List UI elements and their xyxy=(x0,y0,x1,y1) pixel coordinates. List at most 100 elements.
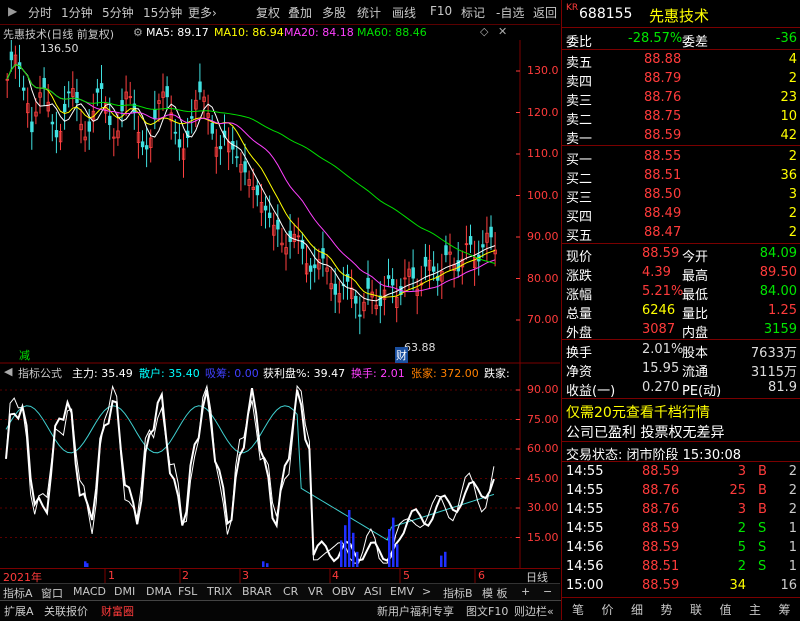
obv-tab[interactable]: OBV xyxy=(332,585,355,599)
multi-stock-button[interactable]: 多股 xyxy=(322,4,346,21)
tick-side: S xyxy=(758,540,767,555)
ask-row[interactable]: 卖四 88.79 2 xyxy=(562,70,800,90)
period-tab-15min[interactable]: 15分钟 xyxy=(143,4,182,21)
mark-button[interactable]: 标记 xyxy=(461,4,485,21)
back-button[interactable]: 返回 xyxy=(533,4,557,21)
tick-price: 88.59 xyxy=(642,521,680,536)
collapse-icon[interactable]: ▶ xyxy=(8,4,17,18)
period-tab-intraday[interactable]: 分时 xyxy=(28,4,52,21)
dma-tab[interactable]: DMA xyxy=(146,585,172,599)
ask-row[interactable]: 卖一 88.59 42 xyxy=(562,127,800,147)
tick-count: 2 xyxy=(788,502,797,517)
cr-tab[interactable]: CR xyxy=(283,585,298,599)
kline-chart[interactable] xyxy=(0,40,560,585)
emv-tab[interactable]: EMV xyxy=(390,585,414,599)
sidebar-toggle[interactable]: 则边栏« xyxy=(514,603,554,619)
ask-volume: 42 xyxy=(780,128,797,143)
panel-tab[interactable]: 值 xyxy=(720,601,732,618)
brar-tab[interactable]: BRAR xyxy=(242,585,272,599)
wealth-circle-tab[interactable]: 财富圈 xyxy=(101,603,134,619)
finance-label: 换手 xyxy=(566,346,593,361)
stock-code: 688155 xyxy=(579,6,633,22)
indicator-tick-label: 15.00 xyxy=(527,530,559,544)
window-tab[interactable]: 窗口 xyxy=(41,585,63,600)
remove-window-button[interactable]: − xyxy=(543,585,552,599)
ask-row[interactable]: 卖三 88.76 23 xyxy=(562,89,800,109)
tick-count: 2 xyxy=(788,483,797,498)
bid-row[interactable]: 买一 88.55 2 xyxy=(562,148,800,168)
reduce-holding-badge[interactable]: 减 xyxy=(19,347,30,363)
tick-time: 14:55 xyxy=(566,483,604,498)
trix-tab[interactable]: TRIX xyxy=(207,585,232,599)
dropdown-icon[interactable]: ◀ xyxy=(4,365,12,378)
panel-tab[interactable]: 主 xyxy=(749,601,761,618)
low-price-marker: 63.88 xyxy=(404,341,436,354)
bid-row[interactable]: 买四 88.49 2 xyxy=(562,205,800,225)
indicator-tab-b[interactable]: 指标B xyxy=(443,585,473,600)
bid-volume: 3 xyxy=(788,187,797,202)
date-label-month-3: 3 xyxy=(242,569,249,582)
indicator-formula-label[interactable]: 指标公式 xyxy=(18,365,62,381)
panel-tab[interactable]: 笔 xyxy=(572,601,584,618)
draw-line-button[interactable]: 画线 xyxy=(392,4,416,21)
macd-tab[interactable]: MACD xyxy=(73,585,106,599)
bid-row[interactable]: 买三 88.50 3 xyxy=(562,186,800,206)
template-tab[interactable]: 模 板 xyxy=(482,585,508,600)
finance-report-badge[interactable]: 财 xyxy=(395,347,408,363)
finance-label-2: PE(动) xyxy=(682,384,722,399)
price-tick-label: 100.0 xyxy=(527,188,559,202)
tick-price: 88.76 xyxy=(642,483,680,498)
tick-price: 88.59 xyxy=(642,464,680,479)
high-price-marker: 136.50 xyxy=(40,42,79,55)
quote-value-2: 84.09 xyxy=(759,246,797,261)
new-user-benefit-link[interactable]: 新用户福利专享 xyxy=(377,603,454,619)
asi-tab[interactable]: ASI xyxy=(364,585,382,599)
period-tab-5min[interactable]: 5分钟 xyxy=(102,4,134,21)
quote-label: 涨幅 xyxy=(566,288,593,303)
period-tab-1min[interactable]: 1分钟 xyxy=(61,4,93,21)
tick-count: 16 xyxy=(780,578,797,593)
indicator-tab-a[interactable]: 指标A xyxy=(3,585,33,600)
extension-a-tab[interactable]: 扩展A xyxy=(4,603,34,619)
tick-count: 1 xyxy=(788,540,797,555)
dmi-tab[interactable]: DMI xyxy=(114,585,135,599)
close-icon[interactable]: ✕ xyxy=(498,25,507,38)
related-quote-tab[interactable]: 关联报价 xyxy=(44,603,88,619)
ask-price: 88.59 xyxy=(644,128,682,143)
level2-promo-link[interactable]: 仅需20元查看千档行情 xyxy=(566,402,710,422)
f10-graphic-link[interactable]: 图文F10 xyxy=(466,603,508,619)
weicha-value: -36 xyxy=(775,31,797,46)
restore-rights-button[interactable]: 复权 xyxy=(256,4,280,21)
bid-row[interactable]: 买五 88.47 2 xyxy=(562,224,800,244)
indicator-tick-label: 60.00 xyxy=(527,442,559,455)
fsl-tab[interactable]: FSL xyxy=(178,585,197,599)
bid-price: 88.50 xyxy=(644,187,682,202)
main-force-value: 主力: 35.49 xyxy=(72,367,133,380)
finance-label-2: 流通 xyxy=(682,365,709,380)
panel-tab[interactable]: 筹 xyxy=(779,601,791,618)
panel-tab[interactable]: 价 xyxy=(602,601,614,618)
market-tag: KR xyxy=(566,3,579,13)
statistics-button[interactable]: 统计 xyxy=(357,4,381,21)
f10-button[interactable]: F10 xyxy=(430,4,452,18)
tick-time: 14:55 xyxy=(566,464,604,479)
vr-tab[interactable]: VR xyxy=(308,585,323,599)
quote-value-2: 3159 xyxy=(763,322,797,337)
panel-tab[interactable]: 势 xyxy=(661,601,673,618)
panel-tab[interactable]: 联 xyxy=(690,601,702,618)
bid-row[interactable]: 买二 88.51 36 xyxy=(562,167,800,187)
finance-value-2: 7633万 xyxy=(750,346,797,361)
add-window-button[interactable]: + xyxy=(521,585,530,599)
quote-label: 现价 xyxy=(566,250,593,265)
ask-row[interactable]: 卖二 88.75 10 xyxy=(562,108,800,128)
ask-row[interactable]: 卖五 88.88 4 xyxy=(562,51,800,71)
tick-volume: 5 xyxy=(737,540,746,555)
more-indicators-icon[interactable]: > xyxy=(422,585,431,599)
diamond-icon[interactable]: ◇ xyxy=(480,25,488,38)
settings-icon[interactable]: ⚙ xyxy=(133,26,143,39)
finance-value-2: 81.9 xyxy=(768,380,797,395)
period-tab-more[interactable]: 更多› xyxy=(188,4,217,21)
self-select-button[interactable]: -自选 xyxy=(496,4,524,21)
panel-tab[interactable]: 细 xyxy=(631,601,643,618)
overlay-button[interactable]: 叠加 xyxy=(288,4,312,21)
